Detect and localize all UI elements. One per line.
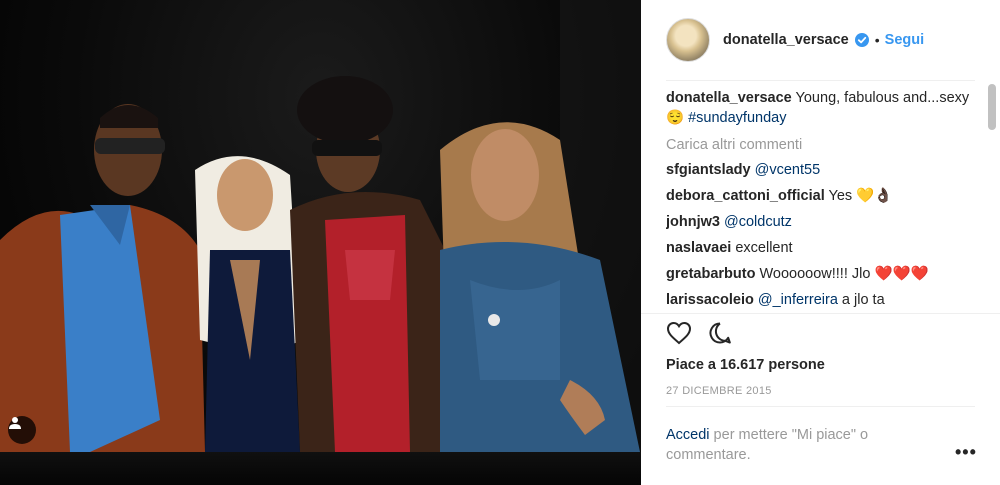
header-divider: [666, 80, 975, 81]
comment-username[interactable]: naslavaei: [666, 240, 731, 256]
post-photo[interactable]: [0, 0, 641, 485]
comment-item: sfgiantslady @vcent55: [666, 160, 981, 180]
likes-count[interactable]: Piace a 16.617 persone: [666, 357, 825, 373]
login-divider: [666, 406, 975, 407]
header-username[interactable]: donatella_versace: [723, 32, 849, 48]
heart-icon[interactable]: [666, 321, 692, 345]
user-tag-button[interactable]: [8, 416, 36, 444]
post-side-panel: donatella_versace • Segui donatella_vers…: [641, 0, 1000, 485]
photo-bottom-strip: [0, 452, 641, 485]
comment-item: johnjw3 @coldcutz: [666, 212, 981, 232]
comment-emoji: ❤️❤️❤️: [874, 266, 929, 282]
comment-icon[interactable]: [708, 321, 732, 345]
comments-list: donatella_versace Young, fabulous and...…: [666, 88, 981, 314]
follow-button[interactable]: Segui: [885, 32, 924, 48]
post-header: donatella_versace • Segui: [641, 0, 1000, 80]
comment-username[interactable]: larissacoleio: [666, 292, 754, 308]
comment-text: excellent: [735, 240, 793, 256]
comment-mention[interactable]: @_inferreira: [758, 292, 838, 308]
comment-username[interactable]: johnjw3: [666, 214, 720, 230]
caption-hashtag[interactable]: #sundayfunday: [688, 110, 786, 126]
comment-text: a jlo ta: [837, 292, 885, 308]
avatar[interactable]: [666, 18, 710, 62]
caption: donatella_versace Young, fabulous and...…: [666, 88, 981, 128]
actions-divider: [641, 313, 1000, 314]
comment-text: Yes: [828, 188, 857, 204]
login-link[interactable]: Accedi: [666, 427, 710, 443]
load-more-comments-button[interactable]: Carica altri commenti: [666, 135, 981, 155]
comment-username[interactable]: sfgiantslady: [666, 162, 751, 178]
comment-item: naslavaei excellent: [666, 238, 981, 258]
comments-scrollbar[interactable]: [988, 84, 996, 130]
photo-illustration: [0, 0, 641, 485]
caption-username[interactable]: donatella_versace: [666, 90, 792, 106]
more-options-icon[interactable]: •••: [955, 442, 977, 463]
comment-username[interactable]: debora_cattoni_official: [666, 188, 825, 204]
verified-badge-icon: [854, 33, 869, 47]
comment-mention[interactable]: @vcent55: [755, 162, 821, 178]
comment-item: debora_cattoni_official Yes 💛👌🏿: [666, 186, 981, 206]
user-tag-icon: [9, 417, 21, 429]
login-prompt: Accedi per mettere "Mi piace" o commenta…: [666, 425, 926, 465]
comment-mention[interactable]: @coldcutz: [724, 214, 792, 230]
comment-username[interactable]: gretabarbuto: [666, 266, 755, 282]
comment-text: Woooooow!!!! Jlo: [759, 266, 875, 282]
post-date: 27 DICEMBRE 2015: [666, 385, 772, 397]
header-separator: •: [874, 32, 880, 48]
comment-item: gretabarbuto Woooooow!!!! Jlo ❤️❤️❤️: [666, 264, 981, 284]
comment-emoji: 💛👌🏿: [856, 188, 893, 204]
action-bar: [666, 321, 732, 345]
comment-item: larissacoleio @_inferreira a jlo ta: [666, 290, 981, 310]
